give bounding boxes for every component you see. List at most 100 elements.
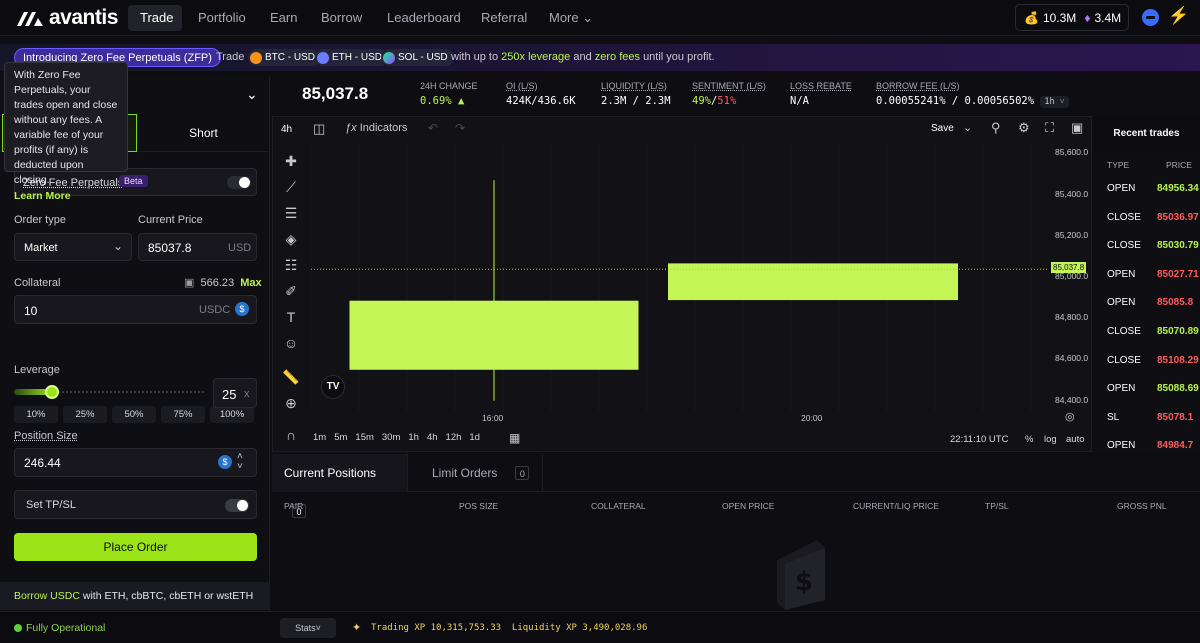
price-axis[interactable]: 85,600.0 85,400.0 85,200.0 85,000.0 84,800.0…	[1049, 143, 1093, 411]
tpsl-label: Set TP/SL	[26, 499, 76, 511]
price-chart[interactable]: 4h ◫ ƒx Indicators ↶ ↷ Save ⌄ ⚲ ⚙ ⛶ ▣ ✚ …	[272, 116, 1092, 452]
candle-body[interactable]	[349, 300, 639, 370]
auto-toggle[interactable]: auto	[1066, 434, 1085, 445]
stats-label: Stats	[295, 623, 316, 633]
log-toggle[interactable]: log	[1044, 434, 1057, 445]
trade-row: OPEN 85088.69	[1093, 374, 1200, 402]
undo-icon[interactable]: ↶	[428, 121, 438, 135]
camera-icon[interactable]: ▣	[1071, 120, 1083, 136]
max-button[interactable]: Max	[240, 277, 261, 289]
pct-button-10[interactable]: 10%	[14, 406, 58, 423]
chevron-down-icon: ˅	[315, 623, 321, 633]
text-icon[interactable]: T	[281, 307, 301, 327]
chevron-down-icon[interactable]: ⌄	[963, 121, 972, 134]
date-range-icon[interactable]: ▦	[509, 431, 520, 445]
trendline-icon[interactable]: ⟋	[281, 177, 301, 197]
collateral-input[interactable]: 10 USDC $	[14, 295, 257, 324]
zoom-in-icon[interactable]: ⊕	[281, 393, 301, 413]
position-size-field[interactable]: 246.44 $ ˄ ˅	[14, 448, 257, 477]
nav-earn[interactable]: Earn	[258, 5, 309, 31]
search-icon[interactable]: ⚲	[991, 120, 1001, 136]
nav-trade[interactable]: Trade	[128, 5, 182, 31]
pct-button-50[interactable]: 50%	[112, 406, 156, 423]
interval-select[interactable]: 4h	[281, 124, 292, 135]
pct-button-100[interactable]: 100%	[210, 406, 254, 423]
lightning-icon[interactable]: ⚡	[1168, 6, 1189, 26]
brand-logo[interactable]: avantis	[17, 6, 118, 30]
chevron-down-icon[interactable]: ⌄	[246, 86, 258, 103]
fib-icon[interactable]: ☰	[281, 203, 301, 223]
tpsl-toggle[interactable]	[225, 499, 249, 512]
empty-state-icon: $	[777, 540, 825, 610]
pct-button-25[interactable]: 25%	[63, 406, 107, 423]
market-ticker: 85,037.8 24H CHANGE 0.69% ▲ OI (L/S) 424K/…	[272, 76, 1200, 114]
percent-toggle[interactable]: %	[1025, 434, 1033, 445]
col-pos-size: POS SIZE	[459, 501, 499, 511]
timeframe-12h[interactable]: 12h	[446, 432, 462, 443]
network-icon[interactable]	[1142, 9, 1159, 26]
brush-icon[interactable]: ✐	[281, 281, 301, 301]
crosshair-icon[interactable]: ✚	[281, 151, 301, 171]
redo-icon[interactable]: ↷	[455, 121, 465, 135]
trade-price: 85027.71	[1157, 268, 1199, 280]
tab-limit-orders[interactable]: Limit Orders 0	[420, 454, 543, 492]
nav-portfolio[interactable]: Portfolio	[186, 5, 258, 31]
chart-settings-icon[interactable]: ◎	[1065, 410, 1075, 423]
tradingview-logo[interactable]: TV	[321, 375, 345, 399]
borrow-fee-period-select[interactable]: 1h ˅	[1040, 96, 1069, 108]
trade-price: 84956.34	[1157, 183, 1199, 194]
leverage-slider[interactable]	[14, 385, 204, 399]
xp-summary[interactable]: 💰 10.3M ♦ 3.4M	[1015, 4, 1129, 31]
emoji-icon[interactable]: ☺	[281, 333, 301, 353]
nav-more[interactable]: More ⌄	[537, 5, 605, 31]
save-button[interactable]: Save	[931, 123, 954, 134]
position-size-value: 246.44	[24, 456, 61, 470]
timeframe-15m[interactable]: 15m	[355, 432, 373, 443]
nav-referral[interactable]: Referral	[469, 5, 539, 31]
pair-chip-btc[interactable]: BTC - USD	[248, 49, 321, 66]
trade-row: OPEN 85027.71	[1093, 260, 1200, 288]
banner-trade-label: Trade	[216, 51, 245, 63]
time-axis[interactable]: 16:00 20:00	[311, 411, 1049, 425]
timeframe-1m[interactable]: 1m	[313, 432, 326, 443]
timeframe-5m[interactable]: 5m	[334, 432, 347, 443]
pair-chip-eth[interactable]: ETH - USD	[315, 49, 388, 66]
chart-plot[interactable]	[311, 143, 1049, 411]
chevron-down-icon: ˅	[1059, 97, 1065, 107]
droplet-icon: ♦	[1084, 10, 1091, 25]
forecast-icon[interactable]: ☷	[281, 255, 301, 275]
order-type-value: Market	[24, 242, 58, 254]
money-bag-icon: 💰	[1024, 10, 1039, 25]
trade-row: CLOSE 85030.79	[1093, 231, 1200, 259]
stepper-icon[interactable]: ˄ ˅	[237, 452, 243, 472]
fullscreen-icon[interactable]: ⛶	[1045, 120, 1054, 136]
order-type-label: Order type	[14, 214, 66, 226]
nav-leaderboard[interactable]: Leaderboard	[375, 5, 473, 31]
tab-short[interactable]: Short	[137, 114, 270, 152]
pattern-icon[interactable]: ◈	[281, 229, 301, 249]
trade-row: OPEN 84956.34	[1093, 174, 1200, 202]
magnet-icon[interactable]: ∩	[281, 425, 301, 445]
nav-borrow[interactable]: Borrow	[309, 5, 374, 31]
pair-chip-sol[interactable]: SOL - USD	[381, 49, 454, 66]
collateral-label: Collateral	[14, 277, 61, 289]
stat-title: 24H CHANGE	[420, 81, 478, 91]
leverage-input[interactable]: 25 x	[213, 378, 257, 408]
timeframe-1d[interactable]: 1d	[469, 432, 480, 443]
borrow-banner[interactable]: Borrow USDC with ETH, cbBTC, cbETH or ws…	[0, 582, 270, 610]
timeframe-1h[interactable]: 1h	[408, 432, 419, 443]
candle-style-icon[interactable]: ◫	[313, 121, 325, 137]
learn-more-link[interactable]: Learn More	[14, 189, 118, 204]
settings-icon[interactable]: ⚙	[1018, 120, 1030, 136]
place-order-button[interactable]: Place Order	[14, 533, 257, 561]
leverage-slider-handle[interactable]	[45, 385, 59, 399]
zfp-toggle[interactable]	[227, 176, 251, 189]
indicators-button[interactable]: ƒx Indicators	[345, 122, 407, 134]
pct-button-75[interactable]: 75%	[161, 406, 205, 423]
stats-dropdown[interactable]: Stats˅	[280, 618, 336, 638]
timeframe-4h[interactable]: 4h	[427, 432, 438, 443]
timeframe-30m[interactable]: 30m	[382, 432, 400, 443]
ruler-icon[interactable]: 📏	[281, 367, 301, 387]
tab-current-positions[interactable]: Current Positions0	[272, 454, 408, 518]
order-type-select[interactable]: Market ⌄	[14, 233, 132, 261]
